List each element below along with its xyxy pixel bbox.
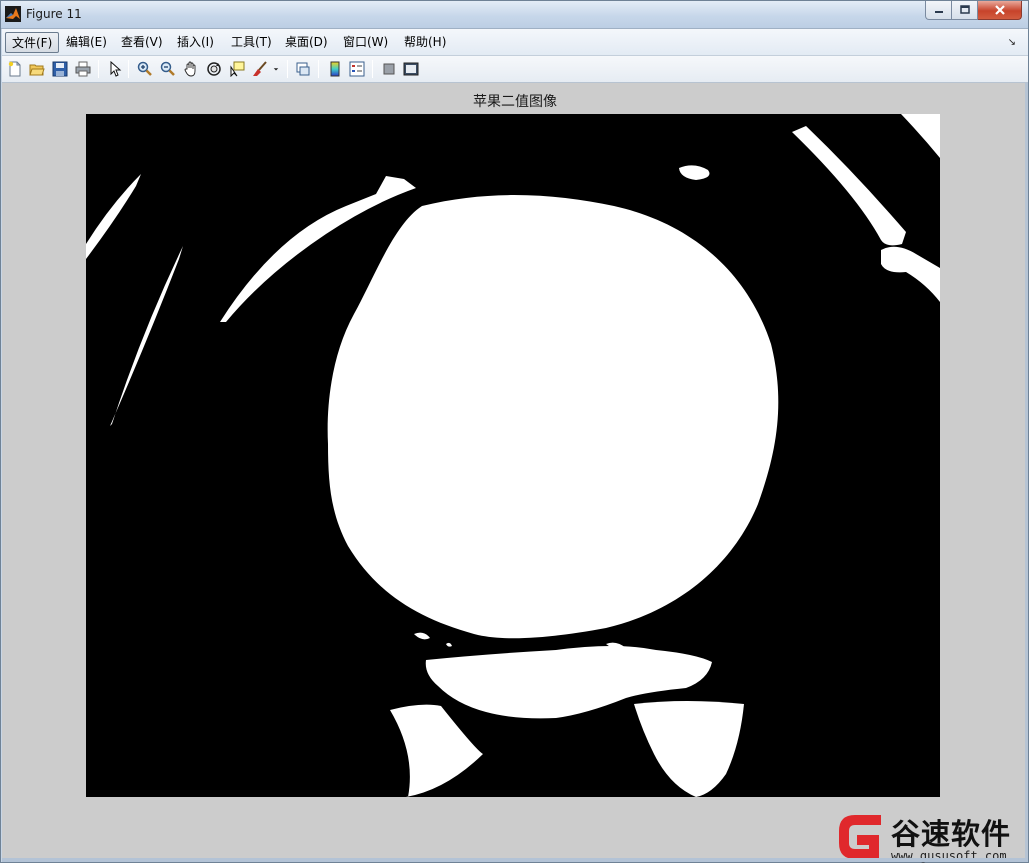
menu-desktop[interactable]: 桌面(D) (279, 32, 334, 53)
figure-toolbar (2, 56, 1028, 83)
hide-plot-tools-icon (383, 63, 395, 75)
print-icon (75, 61, 91, 77)
show-plot-tools-icon (403, 62, 419, 76)
zoom-out-button[interactable] (159, 60, 177, 78)
watermark-brand: 谷速软件 (891, 817, 1012, 851)
brush-icon (253, 61, 267, 76)
edit-plot-button[interactable] (106, 60, 124, 78)
window-bottom-border (2, 858, 1028, 862)
toolbar-separator (318, 60, 319, 78)
insert-colorbar-button[interactable] (326, 60, 344, 78)
window-title: Figure 11 (26, 7, 82, 21)
toolbar-separator (128, 60, 129, 78)
new-figure-icon (8, 61, 21, 77)
insert-legend-icon (349, 61, 365, 77)
print-button[interactable] (74, 60, 92, 78)
toolbar-separator (287, 60, 288, 78)
save-button[interactable] (51, 60, 69, 78)
figure-canvas-area: 苹果二值图像 (2, 83, 1028, 858)
zoom-in-icon (137, 61, 152, 76)
caption-buttons (925, 1, 1022, 21)
menu-dock-arrow-icon[interactable]: ↘ (1008, 37, 1016, 48)
open-file-icon (29, 64, 45, 76)
menu-edit[interactable]: 编辑(E) (60, 32, 113, 53)
chevron-down-icon (273, 68, 279, 71)
gususoft-logo-icon (839, 815, 881, 859)
show-plot-tools-button[interactable] (402, 60, 420, 78)
title-bar[interactable]: Figure 11 (1, 1, 1028, 29)
brush-button[interactable] (251, 60, 269, 78)
edit-plot-arrow-icon (110, 61, 122, 77)
save-icon (52, 61, 68, 77)
toolbar-separator (98, 60, 99, 78)
menu-bar: 文件(F) 编辑(E) 查看(V) 插入(I) 工具(T) 桌面(D) 窗口(W… (2, 29, 1028, 56)
zoom-in-button[interactable] (136, 60, 154, 78)
binary-image-svg (86, 114, 940, 797)
pan-button[interactable] (182, 60, 200, 78)
binary-image[interactable] (86, 114, 940, 797)
rotate-3d-button[interactable] (205, 60, 223, 78)
menu-file[interactable]: 文件(F) (5, 32, 60, 53)
toolbar-separator (372, 60, 373, 78)
minimize-icon (934, 11, 943, 13)
hide-plot-tools-button[interactable] (380, 60, 398, 78)
matlab-logo-icon (5, 6, 21, 22)
menu-insert[interactable]: 插入(I) (171, 32, 220, 53)
watermark: 谷速软件 www.gususoft.com (829, 807, 1029, 863)
data-cursor-icon (230, 61, 245, 77)
rotate-3d-icon (207, 62, 221, 76)
insert-legend-button[interactable] (348, 60, 366, 78)
data-cursor-button[interactable] (228, 60, 246, 78)
menu-window[interactable]: 窗口(W) (337, 32, 394, 53)
plot-title: 苹果二值图像 (473, 94, 557, 110)
link-plot-button[interactable] (294, 60, 312, 78)
menu-help[interactable]: 帮助(H) (398, 32, 452, 53)
window-right-border (1025, 83, 1028, 858)
zoom-out-icon (160, 61, 175, 76)
menu-view[interactable]: 查看(V) (115, 32, 169, 53)
new-figure-button[interactable] (6, 60, 24, 78)
close-button[interactable] (978, 1, 1022, 20)
insert-colorbar-icon (330, 61, 340, 77)
close-icon (994, 5, 1005, 15)
maximize-icon (959, 5, 970, 14)
apple-blob (327, 195, 779, 639)
menu-tools[interactable]: 工具(T) (225, 32, 278, 53)
maximize-button[interactable] (952, 1, 978, 20)
minimize-button[interactable] (925, 1, 952, 20)
open-file-button[interactable] (28, 60, 46, 78)
pan-hand-icon (184, 61, 196, 77)
brush-dropdown[interactable] (270, 60, 282, 78)
figure-window: Figure 11 文件(F) 编辑(E) 查看(V) 插入(I) 工具(T) … (0, 0, 1029, 863)
link-plot-icon (296, 62, 310, 76)
